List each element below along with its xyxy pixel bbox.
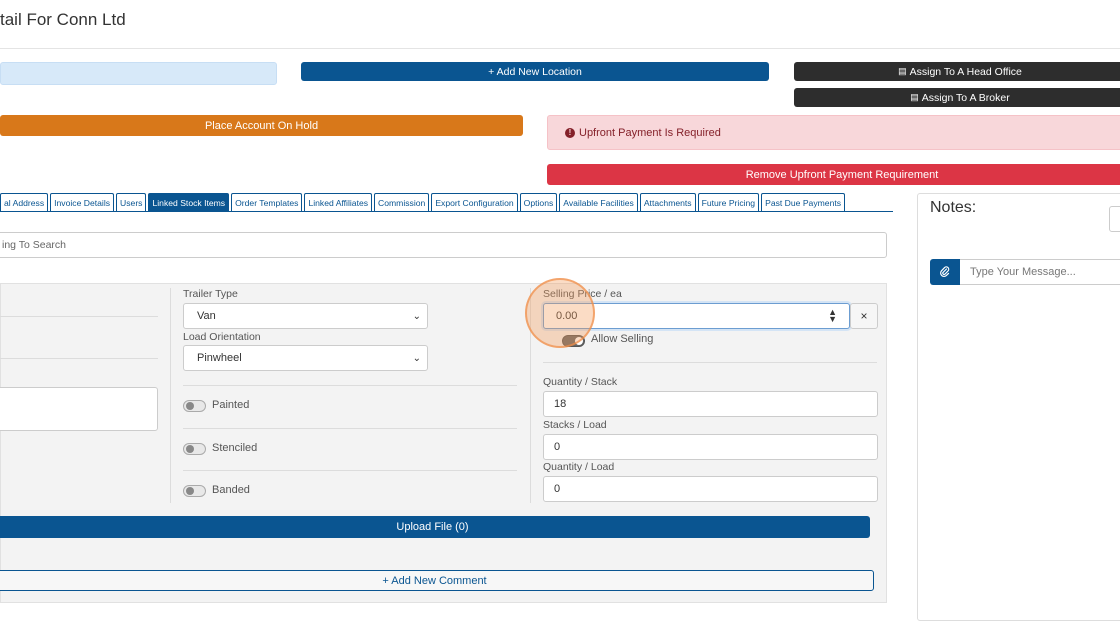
notes-filter-input[interactable] — [1109, 206, 1120, 232]
stacks-load-label: Stacks / Load — [543, 419, 607, 431]
painted-label: Painted — [212, 399, 250, 411]
divider — [183, 470, 517, 471]
allow-selling-label: Allow Selling — [591, 333, 654, 345]
divider — [183, 385, 517, 386]
tab-export-configuration[interactable]: Export Configuration — [431, 193, 518, 212]
chevron-down-icon: ⌄ — [412, 311, 421, 322]
building-icon: ▤ — [898, 66, 907, 76]
search-input[interactable]: ing To Search — [0, 232, 887, 258]
tab-bar: al Address Invoice Details Users Linked … — [0, 193, 847, 212]
remove-upfront-button[interactable]: Remove Upfront Payment Requirement — [547, 164, 1120, 185]
quantity-load-label: Quantity / Load — [543, 461, 615, 473]
tab-attachments[interactable]: Attachments — [639, 193, 696, 212]
quantity-stack-label: Quantity / Stack — [543, 376, 618, 388]
painted-toggle[interactable] — [183, 400, 206, 412]
divider — [183, 428, 517, 429]
load-orientation-label: Load Orientation — [183, 331, 261, 343]
tab-order-templates[interactable]: Order Templates — [231, 193, 303, 212]
add-location-button[interactable]: + Add New Location — [301, 62, 769, 81]
tab-invoice-details[interactable]: Invoice Details — [50, 193, 115, 212]
quantity-stack-input[interactable]: 18 — [543, 391, 878, 417]
header-divider — [0, 48, 1120, 49]
trailer-type-select[interactable]: Van ⌄ — [183, 303, 428, 329]
divider — [0, 358, 158, 359]
spinner-arrows-icon[interactable]: ▲ ▼ — [828, 308, 837, 324]
banded-label: Banded — [212, 484, 250, 496]
info-bar — [0, 62, 277, 85]
upfront-payment-alert: ! Upfront Payment Is Required — [547, 115, 1120, 150]
upfront-alert-text: Upfront Payment Is Required — [579, 126, 721, 139]
assign-broker-label: Assign To A Broker — [921, 91, 1010, 104]
column-divider — [170, 288, 171, 503]
trailer-type-label: Trailer Type — [183, 288, 238, 300]
notes-title: Notes: — [930, 199, 977, 216]
banded-toggle[interactable] — [183, 485, 206, 497]
stenciled-toggle[interactable] — [183, 443, 206, 455]
assign-head-office-button[interactable]: ▤ Assign To A Head Office — [794, 62, 1120, 81]
exclamation-circle-icon: ! — [565, 127, 575, 138]
notes-panel — [917, 193, 1120, 621]
tab-linked-affiliates[interactable]: Linked Affiliates — [304, 193, 373, 212]
tab-available-facilities[interactable]: Available Facilities — [559, 193, 638, 212]
assign-broker-button[interactable]: ▤ Assign To A Broker — [794, 88, 1120, 107]
message-input[interactable]: Type Your Message... — [960, 259, 1120, 285]
tab-past-due-payments[interactable]: Past Due Payments — [761, 193, 846, 212]
tab-address[interactable]: al Address — [0, 193, 49, 212]
place-on-hold-button[interactable]: Place Account On Hold — [0, 115, 523, 136]
stenciled-label: Stenciled — [212, 442, 258, 454]
close-icon: × — [860, 309, 868, 323]
quantity-load-input[interactable]: 0 — [543, 476, 878, 502]
paperclip-icon — [940, 266, 950, 278]
trailer-type-value: Van — [197, 310, 216, 322]
load-orientation-value: Pinwheel — [197, 352, 242, 364]
tab-options[interactable]: Options — [519, 193, 558, 212]
tab-linked-stock-items[interactable]: Linked Stock Items — [148, 193, 230, 212]
load-orientation-select[interactable]: Pinwheel ⌄ — [183, 345, 428, 371]
description-textarea[interactable] — [0, 387, 158, 431]
tab-commission[interactable]: Commission — [374, 193, 430, 212]
building-icon: ▤ — [910, 92, 919, 102]
tab-underline — [0, 211, 893, 212]
click-highlight — [525, 278, 595, 348]
divider — [0, 316, 158, 317]
assign-head-office-label: Assign To A Head Office — [909, 65, 1022, 78]
attach-button[interactable] — [930, 259, 960, 285]
page-title: tail For Conn Ltd — [0, 10, 126, 29]
add-comment-button[interactable]: + Add New Comment — [0, 570, 874, 591]
upload-file-button[interactable]: Upload File (0) — [0, 516, 870, 538]
divider — [543, 362, 877, 363]
clear-price-button[interactable]: × — [850, 303, 878, 329]
tab-future-pricing[interactable]: Future Pricing — [697, 193, 760, 212]
stacks-load-input[interactable]: 0 — [543, 434, 878, 460]
tab-users[interactable]: Users — [116, 193, 147, 212]
chevron-down-icon: ⌄ — [412, 353, 421, 364]
